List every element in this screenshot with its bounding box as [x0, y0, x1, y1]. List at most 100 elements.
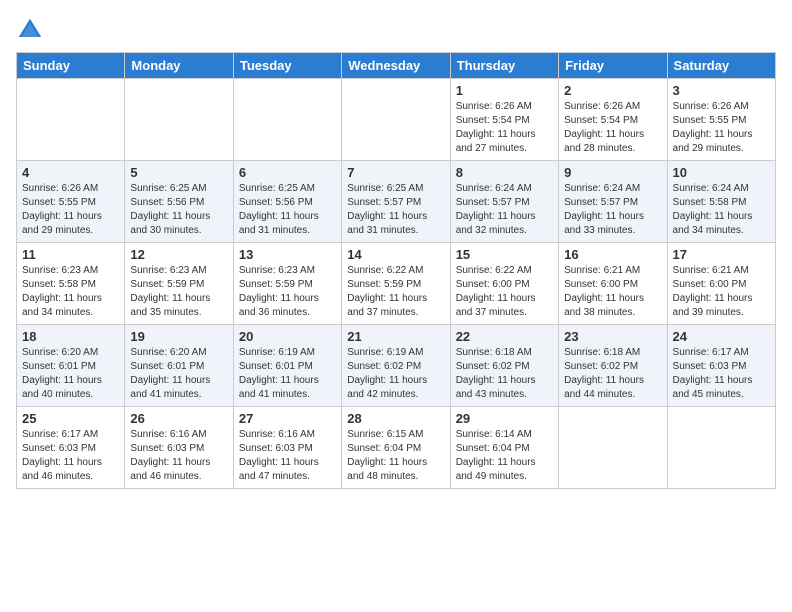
day-number: 9 — [564, 165, 661, 180]
day-number: 10 — [673, 165, 770, 180]
day-number: 3 — [673, 83, 770, 98]
day-number: 29 — [456, 411, 553, 426]
week-row-4: 18 Sunrise: 6:20 AM Sunset: 6:01 PM Dayli… — [17, 325, 776, 407]
calendar-cell: 22 Sunrise: 6:18 AM Sunset: 6:02 PM Dayli… — [450, 325, 558, 407]
cell-info: Sunrise: 6:23 AM Sunset: 5:59 PM Dayligh… — [130, 264, 227, 320]
calendar-cell: 8 Sunrise: 6:24 AM Sunset: 5:57 PM Daylig… — [450, 161, 558, 243]
calendar-cell: 5Sunrise: 6:25 AM Sunset: 5:56 PM Daylig… — [125, 161, 233, 243]
day-number: 4 — [22, 165, 119, 180]
calendar-cell: 1 Sunrise: 6:26 AM Sunset: 5:54 PM Daylig… — [450, 79, 558, 161]
day-number: 13 — [239, 247, 336, 262]
calendar-cell: 29 Sunrise: 6:14 AM Sunset: 6:04 PM Dayli… — [450, 407, 558, 489]
calendar-cell: 16Sunrise: 6:21 AM Sunset: 6:00 PM Dayli… — [559, 243, 667, 325]
cell-info: Sunrise: 6:26 AM Sunset: 5:54 PM Dayligh… — [564, 100, 661, 156]
calendar-cell: 4 Sunrise: 6:26 AM Sunset: 5:55 PM Daylig… — [17, 161, 125, 243]
week-row-3: 11 Sunrise: 6:23 AM Sunset: 5:58 PM Dayli… — [17, 243, 776, 325]
calendar-cell: 24Sunrise: 6:17 AM Sunset: 6:03 PM Dayli… — [667, 325, 775, 407]
calendar-cell: 9 Sunrise: 6:24 AM Sunset: 5:57 PM Daylig… — [559, 161, 667, 243]
day-header-friday: Friday — [559, 53, 667, 79]
calendar-cell: 18 Sunrise: 6:20 AM Sunset: 6:01 PM Dayli… — [17, 325, 125, 407]
calendar-cell: 23Sunrise: 6:18 AM Sunset: 6:02 PM Dayli… — [559, 325, 667, 407]
cell-info: Sunrise: 6:26 AM Sunset: 5:55 PM Dayligh… — [22, 182, 119, 238]
week-row-1: 1 Sunrise: 6:26 AM Sunset: 5:54 PM Daylig… — [17, 79, 776, 161]
day-number: 28 — [347, 411, 444, 426]
week-row-5: 25Sunrise: 6:17 AM Sunset: 6:03 PM Dayli… — [17, 407, 776, 489]
cell-info: Sunrise: 6:25 AM Sunset: 5:56 PM Dayligh… — [130, 182, 227, 238]
calendar-cell: 25Sunrise: 6:17 AM Sunset: 6:03 PM Dayli… — [17, 407, 125, 489]
cell-info: Sunrise: 6:15 AM Sunset: 6:04 PM Dayligh… — [347, 428, 444, 484]
header-row: SundayMondayTuesdayWednesdayThursdayFrid… — [17, 53, 776, 79]
calendar-cell: 19 Sunrise: 6:20 AM Sunset: 6:01 PM Dayli… — [125, 325, 233, 407]
calendar-cell: 15 Sunrise: 6:22 AM Sunset: 6:00 PM Dayli… — [450, 243, 558, 325]
calendar-cell — [559, 407, 667, 489]
calendar-cell: 14 Sunrise: 6:22 AM Sunset: 5:59 PM Dayli… — [342, 243, 450, 325]
logo-icon — [16, 16, 44, 44]
calendar-cell — [667, 407, 775, 489]
day-number: 11 — [22, 247, 119, 262]
calendar-cell: 27 Sunrise: 6:16 AM Sunset: 6:03 PM Dayli… — [233, 407, 341, 489]
cell-info: Sunrise: 6:24 AM Sunset: 5:58 PM Dayligh… — [673, 182, 770, 238]
day-number: 25 — [22, 411, 119, 426]
day-number: 27 — [239, 411, 336, 426]
cell-info: Sunrise: 6:20 AM Sunset: 6:01 PM Dayligh… — [22, 346, 119, 402]
calendar-cell: 7 Sunrise: 6:25 AM Sunset: 5:57 PM Daylig… — [342, 161, 450, 243]
cell-info: Sunrise: 6:25 AM Sunset: 5:56 PM Dayligh… — [239, 182, 336, 238]
calendar-cell — [125, 79, 233, 161]
calendar-table: SundayMondayTuesdayWednesdayThursdayFrid… — [16, 52, 776, 489]
cell-info: Sunrise: 6:20 AM Sunset: 6:01 PM Dayligh… — [130, 346, 227, 402]
calendar-cell: 28 Sunrise: 6:15 AM Sunset: 6:04 PM Dayli… — [342, 407, 450, 489]
cell-info: Sunrise: 6:24 AM Sunset: 5:57 PM Dayligh… — [564, 182, 661, 238]
calendar-cell: 20 Sunrise: 6:19 AM Sunset: 6:01 PM Dayli… — [233, 325, 341, 407]
calendar-cell: 11 Sunrise: 6:23 AM Sunset: 5:58 PM Dayli… — [17, 243, 125, 325]
calendar-cell — [233, 79, 341, 161]
calendar-cell: 6 Sunrise: 6:25 AM Sunset: 5:56 PM Daylig… — [233, 161, 341, 243]
cell-info: Sunrise: 6:24 AM Sunset: 5:57 PM Dayligh… — [456, 182, 553, 238]
cell-info: Sunrise: 6:19 AM Sunset: 6:02 PM Dayligh… — [347, 346, 444, 402]
day-number: 14 — [347, 247, 444, 262]
day-number: 1 — [456, 83, 553, 98]
cell-info: Sunrise: 6:21 AM Sunset: 6:00 PM Dayligh… — [564, 264, 661, 320]
cell-info: Sunrise: 6:19 AM Sunset: 6:01 PM Dayligh… — [239, 346, 336, 402]
calendar-cell — [342, 79, 450, 161]
day-number: 26 — [130, 411, 227, 426]
calendar-cell: 17 Sunrise: 6:21 AM Sunset: 6:00 PM Dayli… — [667, 243, 775, 325]
day-number: 19 — [130, 329, 227, 344]
day-header-monday: Monday — [125, 53, 233, 79]
day-header-tuesday: Tuesday — [233, 53, 341, 79]
day-number: 21 — [347, 329, 444, 344]
calendar-cell: 13 Sunrise: 6:23 AM Sunset: 5:59 PM Dayli… — [233, 243, 341, 325]
day-number: 22 — [456, 329, 553, 344]
cell-info: Sunrise: 6:23 AM Sunset: 5:58 PM Dayligh… — [22, 264, 119, 320]
cell-info: Sunrise: 6:23 AM Sunset: 5:59 PM Dayligh… — [239, 264, 336, 320]
day-number: 2 — [564, 83, 661, 98]
day-header-saturday: Saturday — [667, 53, 775, 79]
cell-info: Sunrise: 6:16 AM Sunset: 6:03 PM Dayligh… — [239, 428, 336, 484]
cell-info: Sunrise: 6:21 AM Sunset: 6:00 PM Dayligh… — [673, 264, 770, 320]
week-row-2: 4 Sunrise: 6:26 AM Sunset: 5:55 PM Daylig… — [17, 161, 776, 243]
day-number: 24 — [673, 329, 770, 344]
cell-info: Sunrise: 6:22 AM Sunset: 6:00 PM Dayligh… — [456, 264, 553, 320]
cell-info: Sunrise: 6:18 AM Sunset: 6:02 PM Dayligh… — [456, 346, 553, 402]
calendar-cell: 21 Sunrise: 6:19 AM Sunset: 6:02 PM Dayli… — [342, 325, 450, 407]
calendar-cell: 10 Sunrise: 6:24 AM Sunset: 5:58 PM Dayli… — [667, 161, 775, 243]
calendar-cell: 26Sunrise: 6:16 AM Sunset: 6:03 PM Dayli… — [125, 407, 233, 489]
cell-info: Sunrise: 6:25 AM Sunset: 5:57 PM Dayligh… — [347, 182, 444, 238]
day-number: 7 — [347, 165, 444, 180]
day-number: 20 — [239, 329, 336, 344]
calendar-cell — [17, 79, 125, 161]
day-number: 6 — [239, 165, 336, 180]
calendar-cell: 2 Sunrise: 6:26 AM Sunset: 5:54 PM Daylig… — [559, 79, 667, 161]
day-number: 8 — [456, 165, 553, 180]
day-number: 17 — [673, 247, 770, 262]
cell-info: Sunrise: 6:26 AM Sunset: 5:55 PM Dayligh… — [673, 100, 770, 156]
cell-info: Sunrise: 6:26 AM Sunset: 5:54 PM Dayligh… — [456, 100, 553, 156]
day-number: 12 — [130, 247, 227, 262]
day-header-wednesday: Wednesday — [342, 53, 450, 79]
cell-info: Sunrise: 6:14 AM Sunset: 6:04 PM Dayligh… — [456, 428, 553, 484]
day-header-thursday: Thursday — [450, 53, 558, 79]
header — [16, 16, 776, 44]
day-number: 15 — [456, 247, 553, 262]
day-number: 18 — [22, 329, 119, 344]
cell-info: Sunrise: 6:22 AM Sunset: 5:59 PM Dayligh… — [347, 264, 444, 320]
logo — [16, 16, 48, 44]
